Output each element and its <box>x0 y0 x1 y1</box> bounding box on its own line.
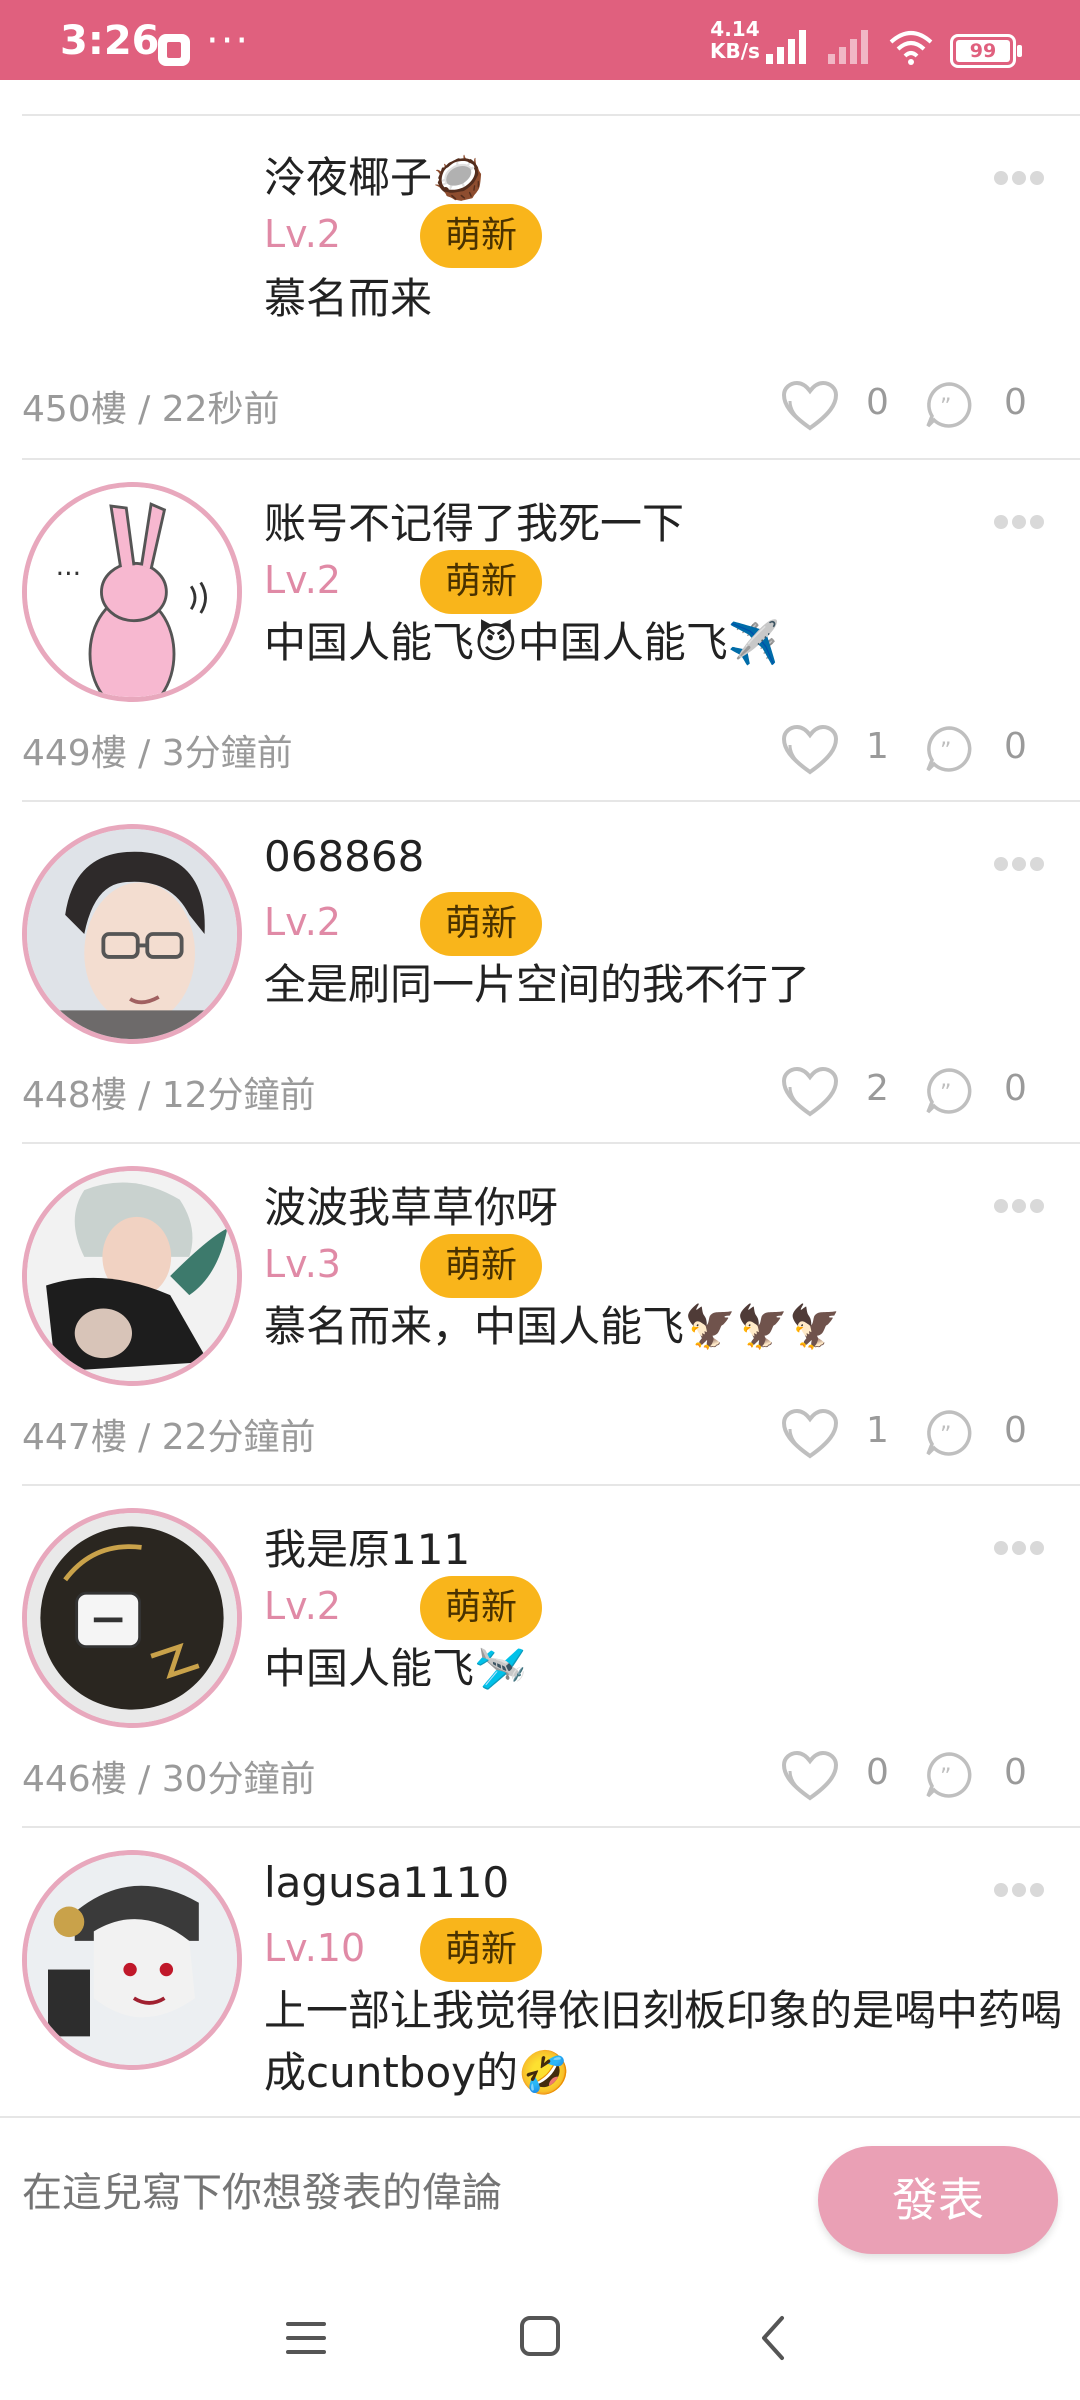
like-count: 0 <box>866 1752 889 1793</box>
like-count: 2 <box>866 1068 889 1109</box>
reply-count: 0 <box>1004 382 1027 423</box>
user-level: Lv.2 <box>264 900 341 944</box>
comment-item: 泠夜椰子🥥 Lv.2 萌新 慕名而来 450樓 / 22秒前 0 ” 0 <box>0 116 1080 460</box>
reply-count: 0 <box>1004 1068 1027 1109</box>
more-notifications-icon: ··· <box>206 18 251 64</box>
like-count: 1 <box>866 726 889 767</box>
comment-text: 中国人能飞😈中国人能飞✈️ <box>264 618 781 667</box>
reply-count: 0 <box>1004 1752 1027 1793</box>
reply-icon[interactable]: ” <box>924 724 974 774</box>
more-options-icon[interactable] <box>994 1198 1050 1218</box>
like-icon[interactable] <box>780 724 840 776</box>
recent-apps-icon[interactable] <box>276 2312 336 2364</box>
previous-comment-partial <box>0 80 1080 116</box>
reply-icon[interactable]: ” <box>924 1066 974 1116</box>
battery-level: 99 <box>956 40 1010 62</box>
svg-text:”: ” <box>940 395 951 420</box>
avatar[interactable] <box>22 130 242 350</box>
system-nav-bar <box>0 2276 1080 2400</box>
svg-text:”: ” <box>940 1423 951 1448</box>
avatar[interactable]: ··· <box>22 482 242 702</box>
comment-item: 我是原111 Lv.2 萌新 中国人能飞🛩️ 446樓 / 30分鐘前 0 ” … <box>0 1486 1080 1828</box>
username[interactable]: 账号不记得了我死一下 <box>264 490 684 551</box>
user-level: Lv.3 <box>264 1242 341 1286</box>
user-level: Lv.2 <box>264 1584 341 1628</box>
username[interactable]: 波波我草草你呀 <box>264 1174 558 1235</box>
floor-timestamp: 449樓 / 3分鐘前 <box>22 733 293 774</box>
avatar[interactable] <box>22 824 242 1044</box>
battery-icon: 99 <box>950 34 1022 68</box>
reply-icon[interactable]: ” <box>924 1408 974 1458</box>
svg-text:”: ” <box>940 1081 951 1106</box>
like-count: 1 <box>866 1410 889 1451</box>
user-level: Lv.2 <box>264 212 341 256</box>
username[interactable]: lagusa1110 <box>264 1858 509 1907</box>
user-badge: 萌新 <box>420 204 542 268</box>
signal-strength-icon <box>764 28 812 66</box>
comment-item: 068868 Lv.2 萌新 全是刷同一片空间的我不行了 448樓 / 12分鐘… <box>0 802 1080 1144</box>
user-badge: 萌新 <box>420 1918 542 1982</box>
comment-text: 上一部让我觉得依旧刻板印象的是喝中药喝成cuntboy的🤣 <box>264 1986 1063 2097</box>
user-badge: 萌新 <box>420 892 542 956</box>
like-icon[interactable] <box>780 1750 840 1802</box>
comment-item: lagusa1110 Lv.10 萌新 上一部让我觉得依旧刻板印象的是喝中药喝成… <box>0 1828 1080 2116</box>
more-options-icon[interactable] <box>994 856 1050 876</box>
more-options-icon[interactable] <box>994 1540 1050 1560</box>
reply-icon[interactable]: ” <box>924 1750 974 1800</box>
floor-timestamp: 448樓 / 12分鐘前 <box>22 1075 316 1116</box>
network-speed: 4.14 KB/s <box>710 18 760 62</box>
comment-text: 慕名而来，中国人能飞🦅🦅🦅 <box>264 1302 841 1351</box>
avatar[interactable] <box>22 1850 242 2070</box>
username[interactable]: 泠夜椰子🥥 <box>264 144 484 205</box>
svg-text:···: ··· <box>56 558 81 589</box>
user-badge: 萌新 <box>420 1576 542 1640</box>
username[interactable]: 068868 <box>264 832 424 881</box>
signal-strength-sim2-icon <box>826 28 874 66</box>
more-options-icon[interactable] <box>994 514 1050 534</box>
status-time: 3:26 <box>60 18 160 64</box>
network-speed-unit: KB/s <box>710 39 760 63</box>
comment-text: 中国人能飞🛩️ <box>264 1644 527 1693</box>
reply-icon[interactable]: ” <box>924 380 974 430</box>
user-level: Lv.10 <box>264 1926 366 1970</box>
username[interactable]: 我是原111 <box>264 1516 470 1577</box>
like-count: 0 <box>866 382 889 423</box>
avatar[interactable] <box>22 1508 242 1728</box>
svg-text:”: ” <box>940 739 951 764</box>
floor-timestamp: 450樓 / 22秒前 <box>22 389 280 430</box>
svg-text:”: ” <box>940 1765 951 1790</box>
user-level: Lv.2 <box>264 558 341 602</box>
like-icon[interactable] <box>780 1408 840 1460</box>
home-icon[interactable] <box>510 2312 570 2364</box>
floor-timestamp: 447樓 / 22分鐘前 <box>22 1417 316 1458</box>
comment-input-bar: 發表 <box>0 2116 1080 2276</box>
comment-text: 慕名而来 <box>264 274 433 323</box>
user-badge: 萌新 <box>420 1234 542 1298</box>
more-options-icon[interactable] <box>994 1882 1050 1902</box>
comment-text: 全是刷同一片空间的我不行了 <box>264 960 811 1009</box>
comment-item: 波波我草草你呀 Lv.3 萌新 慕名而来，中国人能飞🦅🦅🦅 447樓 / 22分… <box>0 1144 1080 1486</box>
comment-input[interactable] <box>22 2170 782 2216</box>
comment-item: ··· 账号不记得了我死一下 Lv.2 萌新 中国人能飞😈中国人能飞✈️ 449… <box>0 460 1080 802</box>
user-badge: 萌新 <box>420 550 542 614</box>
back-icon[interactable] <box>744 2312 804 2364</box>
notification-app-icon <box>158 34 190 66</box>
floor-timestamp: 446樓 / 30分鐘前 <box>22 1759 316 1800</box>
network-speed-value: 4.14 <box>710 17 760 41</box>
status-bar: 3:26 ··· 4.14 KB/s 99 <box>0 0 1080 80</box>
reply-count: 0 <box>1004 1410 1027 1451</box>
avatar[interactable] <box>22 1166 242 1386</box>
like-icon[interactable] <box>780 380 840 432</box>
more-options-icon[interactable] <box>994 170 1050 190</box>
post-button[interactable]: 發表 <box>818 2146 1058 2254</box>
reply-count: 0 <box>1004 726 1027 767</box>
wifi-icon <box>888 30 934 66</box>
like-icon[interactable] <box>780 1066 840 1118</box>
